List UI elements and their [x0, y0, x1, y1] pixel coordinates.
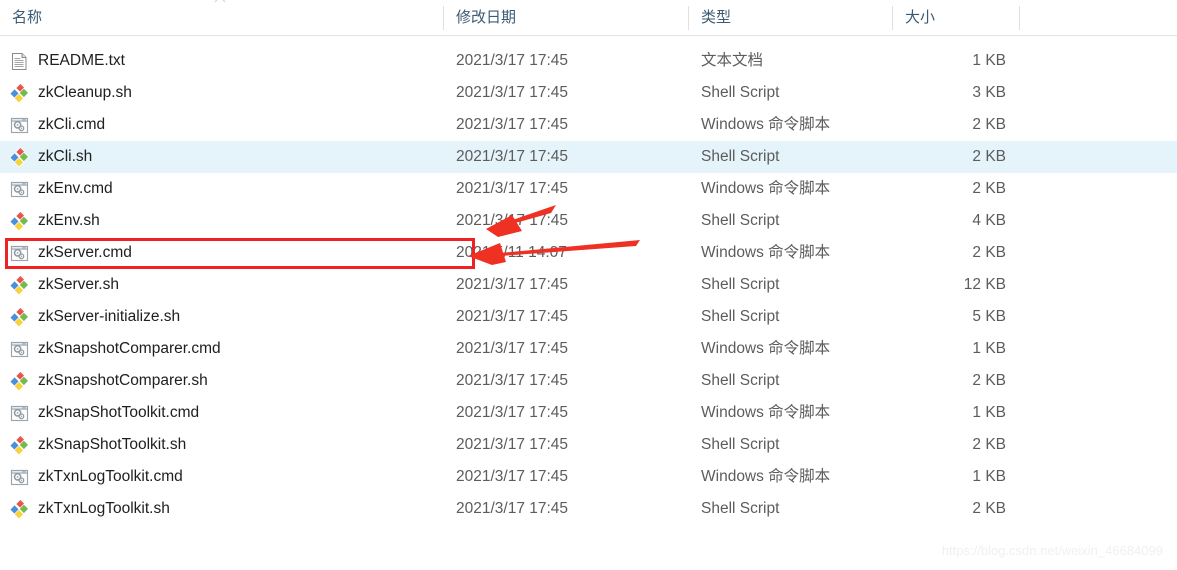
column-header-size[interactable]: 大小: [893, 0, 1020, 35]
file-date-cell: 2021/3/17 17:45: [456, 436, 569, 453]
file-type-cell: Windows 命令脚本: [701, 468, 831, 485]
file-row[interactable]: zkServer.cmd 2021/5/11 14:07 Windows 命令脚本 2…: [0, 237, 1177, 269]
file-date-cell: 2021/3/17 17:45: [456, 52, 569, 69]
column-header-type-label: 类型: [701, 9, 732, 26]
file-name-cell: zkSnapShotToolkit.sh: [38, 436, 187, 453]
file-date-cell: 2021/3/17 17:45: [456, 468, 569, 485]
file-date-cell: 2021/3/17 17:45: [456, 148, 569, 165]
file-type-cell: Shell Script: [701, 276, 780, 293]
file-size-cell: 2 KB: [972, 244, 1006, 261]
file-name-cell: zkServer.cmd: [38, 244, 132, 261]
file-row[interactable]: README.txt 2021/3/17 17:45 文本文档 1 KB: [0, 45, 1177, 77]
file-type-cell: Shell Script: [701, 372, 780, 389]
column-header-name[interactable]: 名称: [0, 0, 444, 35]
file-size-cell: 2 KB: [972, 500, 1006, 517]
column-header-date-modified[interactable]: 修改日期: [444, 0, 689, 35]
file-type-cell: Shell Script: [701, 308, 780, 325]
file-date-cell: 2021/3/17 17:45: [456, 500, 569, 517]
file-date-cell: 2021/3/17 17:45: [456, 212, 569, 229]
column-header-type[interactable]: 类型: [689, 0, 893, 35]
file-type-cell: Windows 命令脚本: [701, 116, 831, 133]
file-date-cell: 2021/3/17 17:45: [456, 404, 569, 421]
file-row[interactable]: zkSnapshotComparer.sh 2021/3/17 17:45 Shel…: [0, 365, 1177, 397]
file-row[interactable]: zkTxnLogToolkit.cmd 2021/3/17 17:45 Window…: [0, 461, 1177, 493]
file-name-cell: zkEnv.sh: [38, 212, 100, 229]
file-name-cell: zkServer-initialize.sh: [38, 308, 181, 325]
file-row[interactable]: zkSnapShotToolkit.cmd 2021/3/17 17:45 Wind…: [0, 397, 1177, 429]
file-type-cell: Shell Script: [701, 84, 780, 101]
file-size-cell: 4 KB: [972, 212, 1006, 229]
file-row[interactable]: zkEnv.sh 2021/3/17 17:45 Shell Script 4 KB: [0, 205, 1177, 237]
column-header-name-label: 名称: [12, 9, 43, 26]
file-type-cell: Shell Script: [701, 212, 780, 229]
column-divider[interactable]: [1019, 6, 1020, 30]
file-type-cell: Shell Script: [701, 436, 780, 453]
file-size-cell: 1 KB: [972, 404, 1006, 421]
file-name-cell: zkTxnLogToolkit.cmd: [38, 468, 183, 485]
file-size-cell: 5 KB: [972, 308, 1006, 325]
file-row[interactable]: zkSnapShotToolkit.sh 2021/3/17 17:45 Shell…: [0, 429, 1177, 461]
file-name-cell: zkSnapshotComparer.cmd: [38, 340, 221, 357]
file-name-cell: zkCli.sh: [38, 148, 93, 165]
file-size-cell: 1 KB: [972, 468, 1006, 485]
file-date-cell: 2021/3/17 17:45: [456, 340, 569, 357]
file-size-cell: 2 KB: [972, 148, 1006, 165]
file-name-cell: zkServer.sh: [38, 276, 119, 293]
file-size-cell: 2 KB: [972, 436, 1006, 453]
file-date-cell: 2021/3/17 17:45: [456, 308, 569, 325]
file-type-cell: 文本文档: [701, 52, 764, 69]
file-date-cell: 2021/3/17 17:45: [456, 372, 569, 389]
column-header-row: 名称 修改日期 类型 大小: [0, 0, 1177, 36]
file-type-cell: Shell Script: [701, 148, 780, 165]
file-size-cell: 2 KB: [972, 180, 1006, 197]
file-name-cell: zkTxnLogToolkit.sh: [38, 500, 170, 517]
file-date-cell: 2021/3/17 17:45: [456, 180, 569, 197]
file-row[interactable]: zkTxnLogToolkit.sh 2021/3/17 17:45 Shell S…: [0, 493, 1177, 525]
file-row[interactable]: zkCli.sh 2021/3/17 17:45 Shell Script 2 KB: [0, 141, 1177, 173]
file-size-cell: 2 KB: [972, 116, 1006, 133]
file-size-cell: 1 KB: [972, 52, 1006, 69]
file-type-cell: Windows 命令脚本: [701, 404, 831, 421]
file-name-cell: zkSnapShotToolkit.cmd: [38, 404, 200, 421]
file-size-cell: 1 KB: [972, 340, 1006, 357]
file-type-cell: Windows 命令脚本: [701, 180, 831, 197]
file-size-cell: 2 KB: [972, 372, 1006, 389]
blog-watermark: https://blog.csdn.net/weixin_46684099: [941, 543, 1163, 558]
file-row[interactable]: zkEnv.cmd 2021/3/17 17:45 Windows 命令脚本 2 KB: [0, 173, 1177, 205]
file-date-cell: 2021/5/11 14:07: [456, 244, 567, 261]
file-row[interactable]: zkSnapshotComparer.cmd 2021/3/17 17:45 Win…: [0, 333, 1177, 365]
file-date-cell: 2021/3/17 17:45: [456, 84, 569, 101]
column-header-date-label: 修改日期: [456, 9, 517, 26]
file-date-cell: 2021/3/17 17:45: [456, 116, 569, 133]
file-date-cell: 2021/3/17 17:45: [456, 276, 569, 293]
file-row[interactable]: zkServer.sh 2021/3/17 17:45 Shell Script 12…: [0, 269, 1177, 301]
file-size-cell: 12 KB: [963, 276, 1006, 293]
file-name-cell: README.txt: [38, 52, 125, 69]
file-type-cell: Windows 命令脚本: [701, 244, 831, 261]
file-size-cell: 3 KB: [972, 84, 1006, 101]
file-name-cell: zkSnapshotComparer.sh: [38, 372, 208, 389]
file-row[interactable]: zkCleanup.sh 2021/3/17 17:45 Shell Script 3…: [0, 77, 1177, 109]
file-type-cell: Windows 命令脚本: [701, 340, 831, 357]
file-name-cell: zkEnv.cmd: [38, 180, 113, 197]
file-name-cell: zkCleanup.sh: [38, 84, 132, 101]
file-row[interactable]: zkCli.cmd 2021/3/17 17:45 Windows 命令脚本 2 KB: [0, 109, 1177, 141]
column-header-size-label: 大小: [905, 9, 936, 26]
file-name-cell: zkCli.cmd: [38, 116, 106, 133]
file-explorer-list-view: 名称 修改日期 类型 大小 README.txt 2021/3/17 17:45 文…: [0, 0, 1177, 570]
file-type-cell: Shell Script: [701, 500, 780, 517]
file-row[interactable]: zkServer-initialize.sh 2021/3/17 17:45 She…: [0, 301, 1177, 333]
file-list: README.txt 2021/3/17 17:45 文本文档 1 KB zkClean…: [0, 45, 1177, 525]
